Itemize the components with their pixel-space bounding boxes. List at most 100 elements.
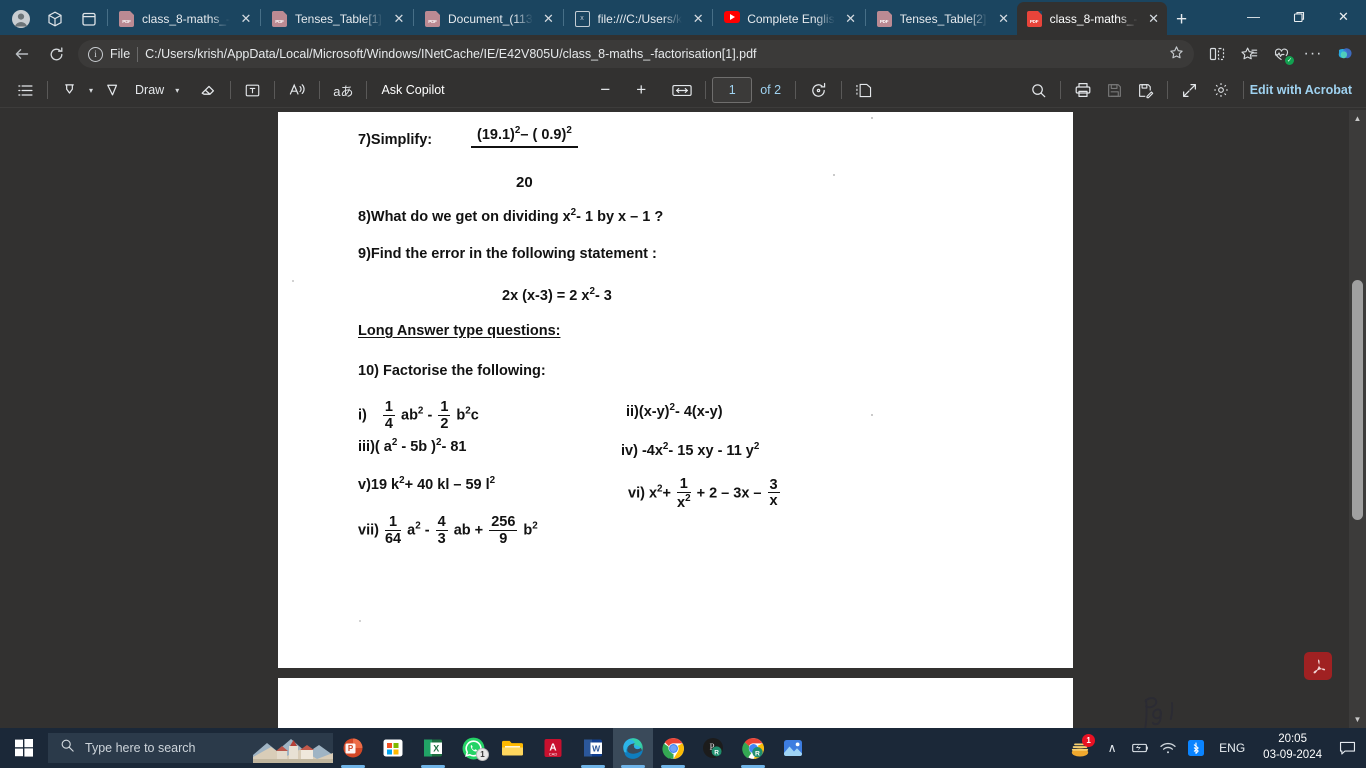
draw-pen-icon[interactable] <box>97 77 128 103</box>
tray-notification-icon[interactable]: 1 <box>1063 728 1097 768</box>
fullscreen-icon[interactable] <box>1174 77 1205 103</box>
clock[interactable]: 20:05 03-09-2024 <box>1255 732 1330 763</box>
taskbar-item-word[interactable]: W <box>573 728 613 768</box>
long-answer-heading: Long Answer type questions: <box>358 323 561 339</box>
taskbar-item-chrome-r[interactable]: R <box>733 728 773 768</box>
zoom-in-button[interactable]: + <box>629 77 653 103</box>
taskbar-item-photos[interactable] <box>773 728 813 768</box>
wifi-icon[interactable] <box>1155 728 1181 768</box>
tab-divider <box>712 9 714 26</box>
taskbar-item-excel[interactable]: X <box>413 728 453 768</box>
tab-close-button[interactable]: ✕ <box>995 10 1013 28</box>
edit-with-acrobat-button[interactable]: Edit with Acrobat <box>1250 83 1366 97</box>
taskbar-item-powerpoint[interactable]: P <box>333 728 373 768</box>
tab-tenses-table-1[interactable]: Tenses_Table[1]. ✕ <box>262 2 412 35</box>
toolbar-divider <box>841 81 843 99</box>
system-tray: 1 ∧ ENG 20:05 03-09-2024 <box>1063 728 1366 768</box>
taskbar-item-chrome[interactable] <box>653 728 693 768</box>
tab-complete-english[interactable]: Complete Englis ✕ <box>714 2 863 35</box>
tab-file-users[interactable]: x file:///C:/Users/k ✕ <box>565 2 712 35</box>
tab-close-button[interactable]: ✕ <box>390 10 408 28</box>
tab-tenses-table-2[interactable]: Tenses_Table[2]. ✕ <box>867 2 1017 35</box>
scan-speck <box>871 117 873 119</box>
windows-taskbar: Type here to search P X 1 A CAD W P R R … <box>0 728 1366 768</box>
bluetooth-icon[interactable] <box>1183 728 1209 768</box>
adobe-acrobat-icon[interactable] <box>1304 652 1332 680</box>
save-icon[interactable] <box>1099 77 1130 103</box>
save-as-icon[interactable] <box>1130 77 1161 103</box>
taskbar-item-autocad[interactable]: A CAD <box>533 728 573 768</box>
print-icon[interactable] <box>1067 77 1099 103</box>
youtube-icon <box>724 10 741 27</box>
taskbar-item-edge[interactable] <box>613 728 653 768</box>
tab-class8-maths-1[interactable]: class_8-maths_-f ✕ <box>109 2 259 35</box>
fit-to-width-icon[interactable] <box>665 77 699 103</box>
ask-copilot-button[interactable]: Ask Copilot <box>373 77 451 103</box>
favorites-icon[interactable] <box>1234 39 1264 69</box>
windows-start-icon[interactable] <box>0 728 48 768</box>
tab-close-button[interactable]: ✕ <box>842 10 860 28</box>
minimize-button[interactable]: — <box>1231 0 1276 33</box>
tab-document-113[interactable]: Document_(113 ✕ <box>415 2 562 35</box>
tab-label: Tenses_Table[2]. <box>899 11 988 26</box>
taskbar-item-photoshop-r[interactable]: PR <box>693 728 733 768</box>
tab-close-button[interactable]: ✕ <box>689 10 707 28</box>
tab-close-button[interactable]: ✕ <box>237 10 255 28</box>
site-info-icon[interactable]: i <box>88 46 103 62</box>
split-screen-icon[interactable] <box>1202 39 1232 69</box>
language-indicator[interactable]: ENG <box>1211 741 1253 755</box>
browser-essentials-icon[interactable]: ✓ <box>1266 39 1296 69</box>
draw-options-chevron-down-icon[interactable]: ▾ <box>171 77 183 103</box>
tab-divider <box>864 9 866 26</box>
draw-button[interactable]: Draw <box>128 77 171 103</box>
zoom-out-button[interactable]: − <box>593 77 617 103</box>
pdf-file-icon-red <box>1026 10 1043 27</box>
highlighter-options-chevron-down-icon[interactable]: ▾ <box>85 77 97 103</box>
add-text-icon[interactable] <box>237 77 268 103</box>
taskbar-item-microsoft-store[interactable] <box>373 728 413 768</box>
refresh-icon[interactable] <box>40 39 72 69</box>
battery-charging-icon[interactable] <box>1127 728 1153 768</box>
search-input[interactable]: Type here to search <box>48 733 333 763</box>
show-hidden-icons-button[interactable]: ∧ <box>1099 728 1125 768</box>
taskbar-item-whatsapp[interactable]: 1 <box>453 728 493 768</box>
scan-speck <box>871 414 873 416</box>
tab-label: Tenses_Table[1]. <box>295 11 383 26</box>
rotate-icon[interactable] <box>802 77 835 103</box>
pdf-settings-gear-icon[interactable] <box>1205 77 1237 103</box>
copilot-icon[interactable] <box>1330 39 1360 69</box>
action-center-icon[interactable] <box>1332 728 1362 768</box>
vertical-scrollbar[interactable]: ▲ ▼ <box>1349 110 1366 728</box>
new-tab-button[interactable]: + <box>1167 5 1197 35</box>
clock-time: 20:05 <box>1278 733 1307 746</box>
workspaces-icon[interactable] <box>38 2 72 35</box>
question-10-iv: iv) -4x2- 15 xy - 11 y2 <box>621 441 760 459</box>
taskbar-item-file-explorer[interactable] <box>493 728 533 768</box>
browser-navigation-bar: i File C:/Users/krish/AppData/Local/Micr… <box>0 35 1366 73</box>
table-of-contents-icon[interactable] <box>10 77 41 103</box>
tab-label: class_8-maths_-f <box>142 11 230 26</box>
maximize-restore-button[interactable] <box>1276 0 1321 33</box>
translate-icon[interactable]: aあ <box>326 77 360 103</box>
scroll-up-arrow[interactable]: ▲ <box>1349 110 1366 127</box>
search-icon[interactable] <box>1023 77 1054 103</box>
add-favorite-star-icon[interactable] <box>1163 45 1184 63</box>
tab-close-button[interactable]: ✕ <box>540 10 558 28</box>
tab-actions-menu-icon[interactable] <box>72 2 106 35</box>
address-bar[interactable]: i File C:/Users/krish/AppData/Local/Micr… <box>78 40 1194 68</box>
account-avatar-icon[interactable] <box>4 2 38 35</box>
settings-and-more-icon[interactable]: ··· <box>1298 39 1328 69</box>
page-view-icon[interactable] <box>848 77 881 103</box>
tab-close-button[interactable]: ✕ <box>1145 10 1163 28</box>
page-number-input[interactable]: 1 <box>712 77 753 103</box>
back-arrow-icon[interactable] <box>6 39 38 69</box>
read-aloud-icon[interactable] <box>281 77 313 103</box>
tab-class8-maths-active[interactable]: class_8-maths_- ✕ <box>1016 2 1167 35</box>
scrollbar-thumb[interactable] <box>1352 280 1363 520</box>
pdf-file-icon <box>425 10 441 27</box>
close-button[interactable]: ✕ <box>1321 0 1366 33</box>
highlighter-icon[interactable] <box>54 77 85 103</box>
scan-speck <box>292 280 294 282</box>
scroll-down-arrow[interactable]: ▼ <box>1349 711 1366 728</box>
eraser-icon[interactable] <box>183 77 224 103</box>
